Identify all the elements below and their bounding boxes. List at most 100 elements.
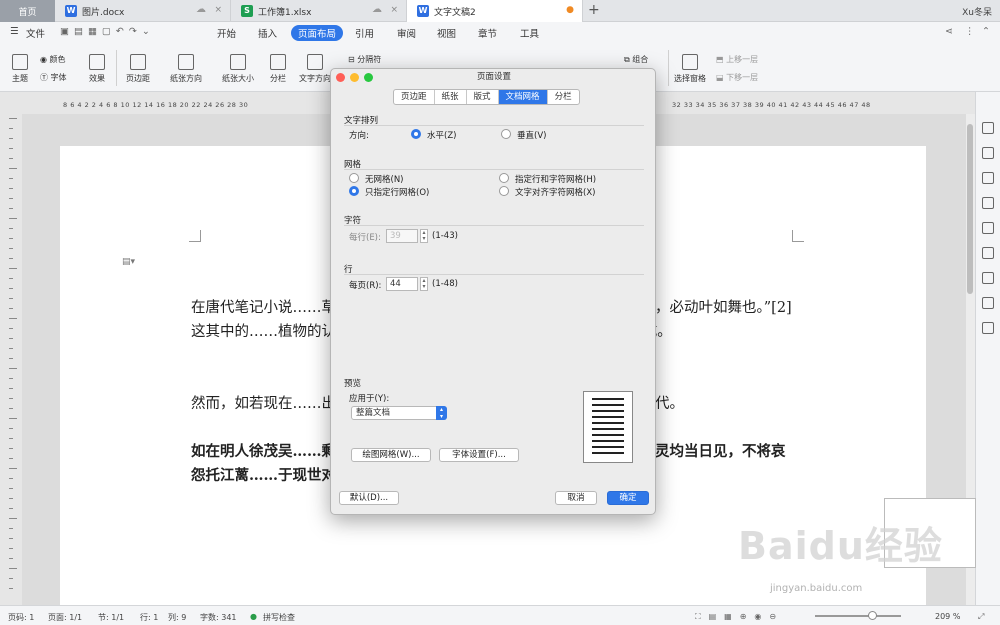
status-page-number[interactable]: 页码: 1	[8, 612, 34, 623]
menu-file[interactable]: 文件	[26, 26, 45, 40]
tab-doc-3[interactable]: W 文字文稿2 ●	[407, 0, 583, 22]
ok-button[interactable]: 确定	[607, 491, 649, 505]
menu-tools[interactable]: 工具	[520, 26, 539, 40]
history-icon[interactable]	[982, 297, 994, 309]
quick-access-icons[interactable]: ▣▤▦▢↶↷⌄	[60, 26, 155, 37]
navigation-icon[interactable]	[982, 197, 994, 209]
menu-home[interactable]: 开始	[217, 26, 236, 40]
chars-spinner[interactable]: ▴ ▾	[420, 229, 428, 243]
tab-doc-2[interactable]: S 工作簿1.xlsx ☁ ×	[231, 0, 407, 22]
status-column[interactable]: 列: 9	[168, 612, 186, 623]
tab-home[interactable]: 首页	[0, 0, 55, 22]
send-backward-button[interactable]: ⬓ 下移一层	[716, 72, 766, 83]
lines-spinner[interactable]: ▴ ▾	[420, 277, 428, 291]
lock-icon[interactable]	[982, 247, 994, 259]
snap-char-grid-radio[interactable]	[499, 186, 509, 196]
view-mode-icons[interactable]: ⛶▤▦⊕◉⊖	[695, 612, 784, 622]
cancel-button[interactable]: 取消	[555, 491, 597, 505]
menu-insert[interactable]: 插入	[258, 26, 277, 40]
status-word-count[interactable]: 字数: 341	[200, 612, 237, 623]
close-icon[interactable]: ×	[390, 5, 398, 15]
ruler-tick	[9, 388, 13, 389]
collapse-icon[interactable]: ⌃	[982, 26, 990, 37]
no-grid-label[interactable]: 无网格(N)	[365, 173, 404, 185]
colors-button[interactable]: ◉ 颜色	[40, 54, 76, 65]
zoom-level[interactable]: 209 %	[935, 612, 960, 621]
fullscreen-icon[interactable]: ⤢	[978, 612, 984, 622]
translate-icon[interactable]	[982, 322, 994, 334]
selection-pane-button[interactable]: 选择窗格	[672, 54, 708, 84]
columns-button[interactable]: 分栏	[266, 54, 290, 84]
menu-section[interactable]: 章节	[478, 26, 497, 40]
draw-grid-button[interactable]: 绘图网格(W)...	[351, 448, 431, 462]
menu-page-layout[interactable]: 页面布局	[291, 25, 344, 41]
line-grid-only-radio[interactable]	[349, 186, 359, 196]
tab-label: 文字文稿2	[434, 7, 476, 18]
spell-check-button[interactable]: 拼写检查	[263, 612, 295, 623]
no-grid-radio[interactable]	[349, 173, 359, 183]
select-icon[interactable]	[982, 222, 994, 234]
unsaved-dot-icon[interactable]: ●	[566, 5, 574, 15]
chars-per-line-input[interactable]: 39	[386, 229, 418, 243]
lines-per-page-input[interactable]: 44	[386, 277, 418, 291]
baidu-watermark-url: jingyan.baidu.com	[770, 583, 863, 594]
ruler-tick	[9, 318, 17, 319]
scroll-thumb[interactable]	[967, 124, 973, 294]
user-name[interactable]: Xu冬呆	[962, 5, 992, 18]
horizontal-radio[interactable]	[411, 129, 421, 139]
tab-paper[interactable]: 纸张	[435, 90, 467, 104]
theme-button[interactable]: 主题	[8, 54, 32, 84]
snap-char-grid-label[interactable]: 文字对齐字符网格(X)	[515, 186, 595, 198]
tab-document-grid[interactable]: 文档网格	[498, 90, 548, 104]
font-settings-button[interactable]: 字体设置(F)...	[439, 448, 519, 462]
menu-references[interactable]: 引用	[355, 26, 374, 40]
tab-margins[interactable]: 页边距	[394, 90, 435, 104]
ruler-tick	[9, 448, 13, 449]
tab-doc-1[interactable]: W 图片.docx ☁ ×	[55, 0, 231, 22]
line-grid-only-label[interactable]: 只指定行网格(O)	[365, 186, 429, 198]
vertical-radio[interactable]	[501, 129, 511, 139]
line-char-grid-radio[interactable]	[499, 173, 509, 183]
ruler-right-marks: 32 33 34 35 36 37 38 39 40 41 42 43 44 4…	[672, 101, 871, 109]
word-file-icon: W	[417, 5, 429, 17]
shapes-icon[interactable]	[982, 147, 994, 159]
menu-view[interactable]: 视图	[437, 26, 456, 40]
settings-icon[interactable]	[982, 272, 994, 284]
tab-columns[interactable]: 分栏	[548, 90, 579, 104]
orientation-button[interactable]: 纸张方向	[164, 54, 208, 84]
edit-icon[interactable]	[982, 122, 994, 134]
group-button[interactable]: ⧉ 组合	[624, 54, 664, 65]
style-icon[interactable]	[982, 172, 994, 184]
status-line[interactable]: 行: 1	[140, 612, 158, 623]
effects-button[interactable]: 效果	[85, 54, 109, 84]
menu-icon[interactable]: ☰	[10, 26, 19, 37]
right-sidebar	[975, 92, 1000, 605]
text-direction-button[interactable]: 文字方向	[298, 54, 332, 84]
line-char-grid-label[interactable]: 指定行和字符网格(H)	[515, 173, 596, 185]
zoom-slider[interactable]	[815, 615, 901, 617]
fonts-button[interactable]: Ⓣ 字体	[40, 72, 80, 83]
ruler-tick	[9, 298, 13, 299]
menu-review[interactable]: 审阅	[397, 26, 416, 40]
bring-forward-button[interactable]: ⬒ 上移一层	[716, 54, 766, 65]
breaks-button[interactable]: ⊟ 分隔符	[348, 54, 398, 65]
orientation-icon	[178, 54, 194, 70]
default-button[interactable]: 默认(D)...	[339, 491, 399, 505]
ruler-tick	[9, 588, 13, 589]
paper-size-button[interactable]: 纸张大小	[216, 54, 260, 84]
share-icon[interactable]: ⋖	[945, 26, 953, 37]
status-pages[interactable]: 页面: 1/1	[48, 612, 82, 623]
apply-to-select[interactable]: 整篇文档 ▴ ▾	[351, 406, 447, 420]
columns-icon	[270, 54, 286, 70]
vertical-ruler[interactable]	[0, 114, 22, 605]
paste-options-icon[interactable]: ▤▾	[122, 257, 135, 267]
new-tab-button[interactable]: +	[588, 2, 600, 18]
zoom-slider-thumb[interactable]	[868, 611, 877, 620]
tab-layout[interactable]: 版式	[467, 90, 499, 104]
horizontal-label[interactable]: 水平(Z)	[427, 129, 456, 141]
status-section[interactable]: 节: 1/1	[98, 612, 124, 623]
more-icon[interactable]: ⋮	[965, 26, 975, 37]
margins-button[interactable]: 页边距	[122, 54, 154, 84]
close-icon[interactable]: ×	[214, 5, 222, 15]
vertical-label[interactable]: 垂直(V)	[517, 129, 546, 141]
